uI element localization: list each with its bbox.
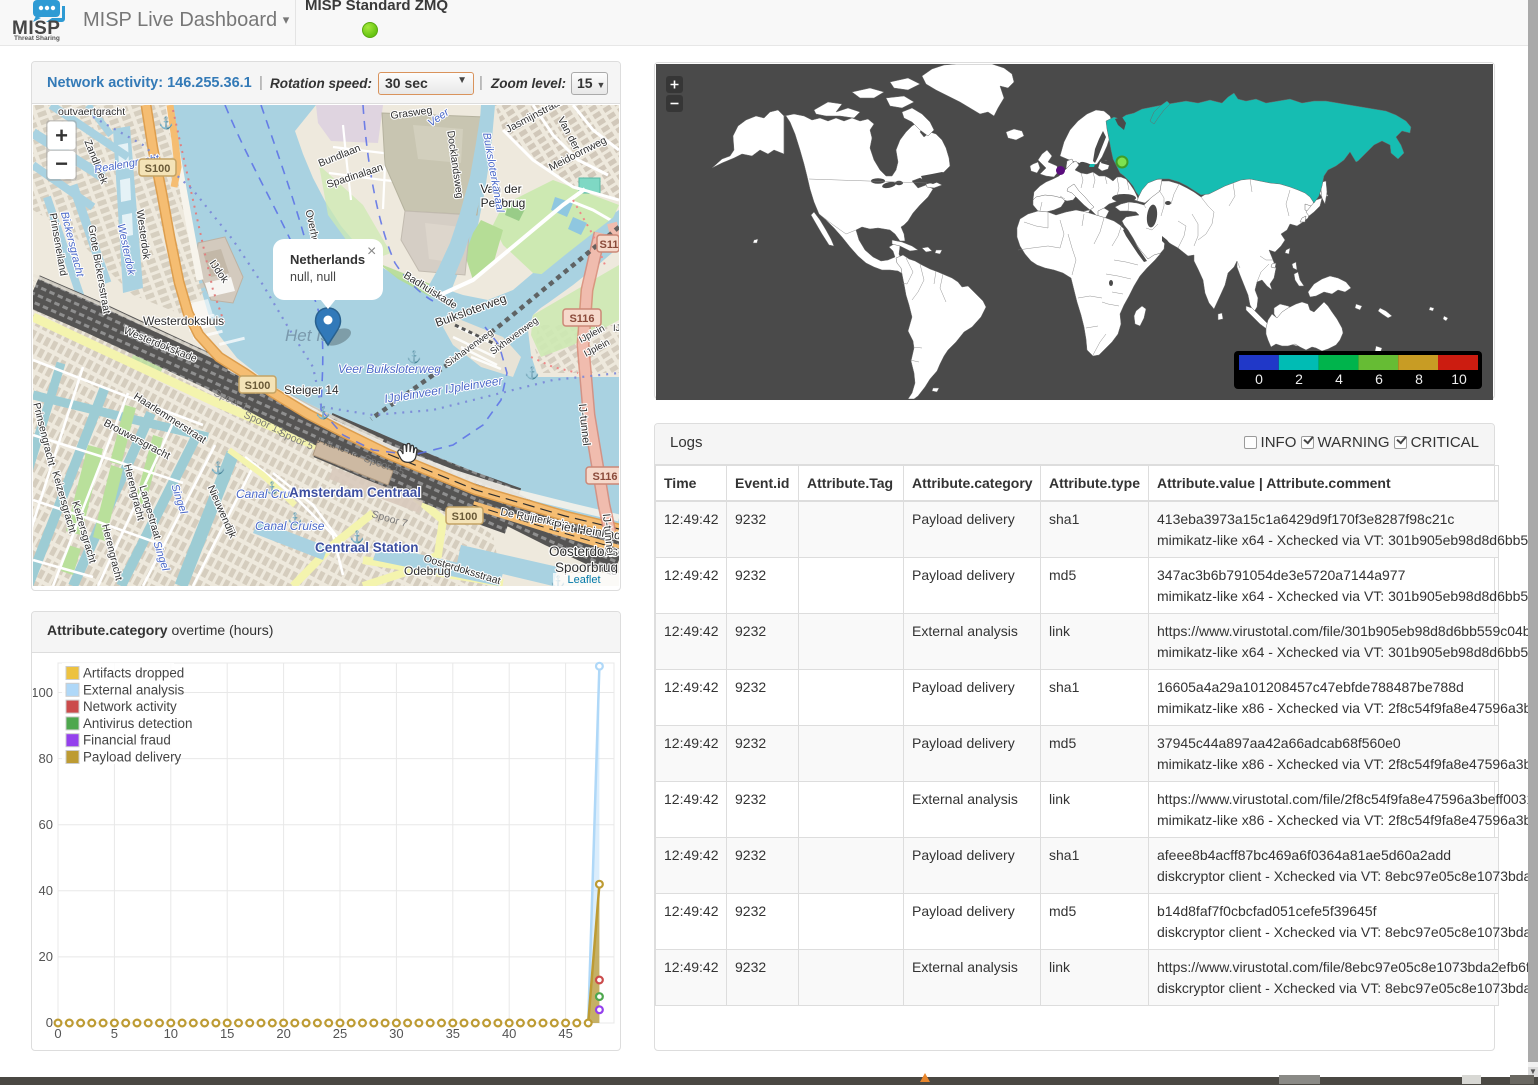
svg-text:outvaertgracht: outvaertgracht [58,106,125,118]
svg-text:S11: S11 [600,239,619,251]
svg-text:S100: S100 [245,380,271,392]
svg-text:0: 0 [46,1015,53,1030]
svg-text:45: 45 [558,1026,572,1041]
svg-text:15: 15 [220,1026,234,1041]
svg-text:60: 60 [39,817,53,832]
svg-text:100: 100 [33,685,53,700]
svg-text:40: 40 [39,883,53,898]
svg-text:Threat Sharing: Threat Sharing [14,35,60,42]
svg-text:30: 30 [389,1026,403,1041]
svg-text:Network activity: Network activity [83,699,177,714]
svg-text:Amsterdam Centraal: Amsterdam Centraal [289,485,421,500]
svg-text:0: 0 [54,1026,61,1041]
svg-text:40: 40 [502,1026,516,1041]
svg-text:null, null: null, null [290,270,336,284]
svg-text:4: 4 [1335,371,1343,387]
svg-text:Centraal Station: Centraal Station [315,540,419,555]
svg-text:0: 0 [1255,371,1263,387]
svg-text:8: 8 [1415,371,1423,387]
svg-text:Artifacts dropped: Artifacts dropped [83,666,184,681]
svg-text:Financial fraud: Financial fraud [83,733,171,748]
svg-text:⚓: ⚓ [525,366,540,380]
svg-text:Spoorbrug: Spoorbrug [555,560,618,575]
svg-text:2: 2 [1295,371,1303,387]
svg-text:Leaflet: Leaflet [567,574,600,586]
svg-text:6: 6 [1375,371,1383,387]
svg-text:External analysis: External analysis [83,682,185,697]
svg-text:−: − [55,151,68,176]
svg-text:Payload delivery: Payload delivery [83,750,182,765]
svg-text:⚓: ⚓ [211,461,226,475]
svg-text:80: 80 [39,751,53,766]
svg-text:Netherlands: Netherlands [290,252,365,267]
svg-text:10: 10 [164,1026,178,1041]
svg-text:Canal Cruise: Canal Cruise [255,519,325,533]
svg-text:Veer Buiksloterweg: Veer Buiksloterweg [338,362,441,376]
svg-text:10: 10 [1451,371,1467,387]
svg-text:⚓: ⚓ [159,116,174,130]
svg-text:20: 20 [276,1026,290,1041]
svg-text:Steiger 14: Steiger 14 [284,383,339,397]
svg-text:Antivirus detection: Antivirus detection [83,716,192,731]
svg-text:IJpl: IJpl [613,323,619,334]
svg-text:⚓: ⚓ [316,406,331,420]
svg-text:Odebrug: Odebrug [404,564,451,578]
svg-text:Westerdoksluis: Westerdoksluis [143,314,224,328]
svg-text:5: 5 [111,1026,118,1041]
svg-text:+: + [55,123,68,148]
svg-text:25: 25 [333,1026,347,1041]
svg-text:×: × [367,243,376,260]
svg-text:S116: S116 [592,471,617,483]
svg-text:S100: S100 [145,163,171,175]
svg-text:35: 35 [446,1026,460,1041]
svg-text:20: 20 [39,949,53,964]
svg-text:S116: S116 [569,313,594,325]
svg-text:S100: S100 [452,511,478,523]
